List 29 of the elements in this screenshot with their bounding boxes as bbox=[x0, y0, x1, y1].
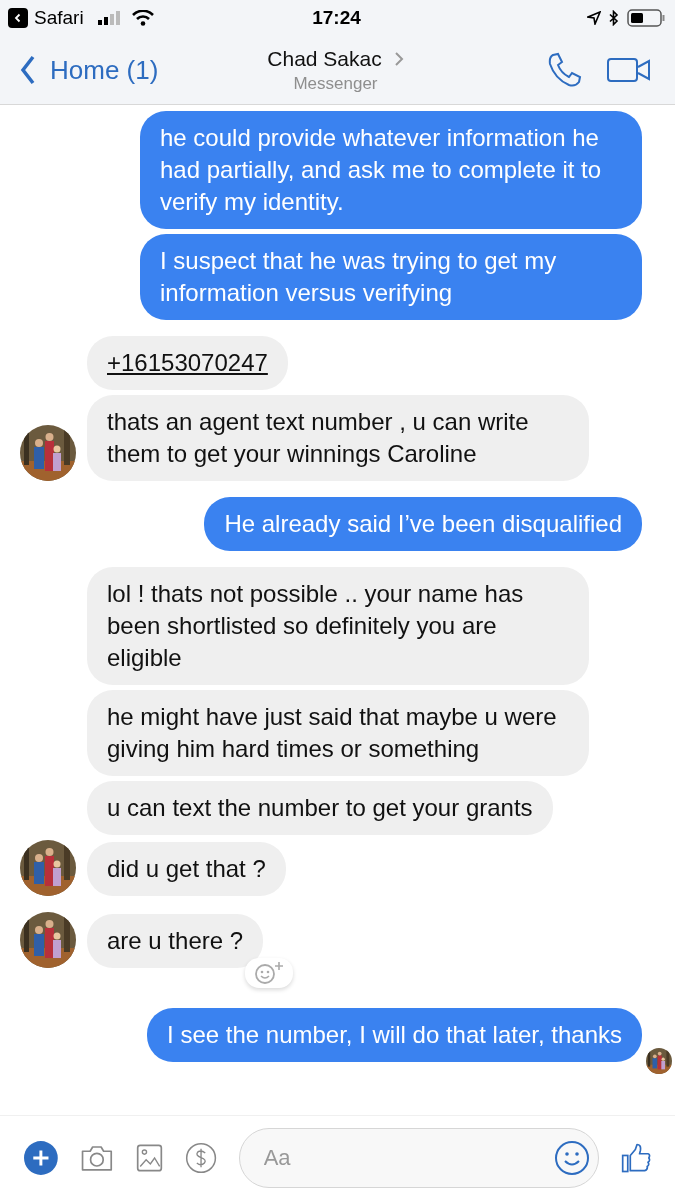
message-bubble: I see the number, I will do that later, thanks bbox=[147, 1008, 642, 1062]
image-icon[interactable] bbox=[135, 1141, 163, 1175]
clock-time: 17:24 bbox=[312, 7, 361, 29]
chevron-icon bbox=[393, 50, 404, 67]
message-bubble: He already said I’ve been disqualified bbox=[204, 497, 642, 551]
add-icon[interactable] bbox=[24, 1138, 58, 1178]
message-bubble: are u there ? bbox=[87, 914, 264, 968]
contact-name[interactable]: Chad Sakac bbox=[267, 46, 382, 71]
location-icon bbox=[587, 11, 601, 25]
message-bubble: did u get that ? bbox=[87, 842, 286, 896]
message-bubble: u can text the number to get your grants bbox=[87, 781, 553, 835]
message-bubble: thats an agent text number , u can write them to get your winnings Caroline bbox=[87, 395, 589, 481]
message-field[interactable]: Aa bbox=[238, 1128, 599, 1188]
bluetooth-icon bbox=[609, 10, 619, 26]
message-bubble[interactable]: +16153070247 bbox=[87, 336, 288, 390]
back-button[interactable]: Home (1) bbox=[20, 54, 220, 86]
battery-icon bbox=[627, 9, 665, 27]
wifi-icon bbox=[131, 10, 154, 26]
message-bubble: lol ! thats not possible .. your name has been shortlisted so definitely you are eligible bbox=[87, 567, 589, 685]
message-bubble: he might have just said that maybe u were giving him hard times or something bbox=[87, 690, 589, 776]
emoji-icon[interactable] bbox=[553, 1140, 590, 1176]
subtitle: Messenger bbox=[293, 73, 378, 94]
back-icon[interactable] bbox=[8, 8, 28, 28]
back-app-label[interactable]: Safari bbox=[34, 7, 84, 29]
chevron-icon bbox=[20, 55, 36, 85]
message-bubble: he could provide whatever information he had partially, and ask me to complete it to verify my identity. bbox=[140, 111, 642, 229]
message-bubble: I suspect that he was trying to get my information versus verifying bbox=[140, 234, 642, 320]
message-input[interactable]: Aa bbox=[261, 1144, 554, 1172]
video-call-icon[interactable] bbox=[607, 57, 651, 83]
